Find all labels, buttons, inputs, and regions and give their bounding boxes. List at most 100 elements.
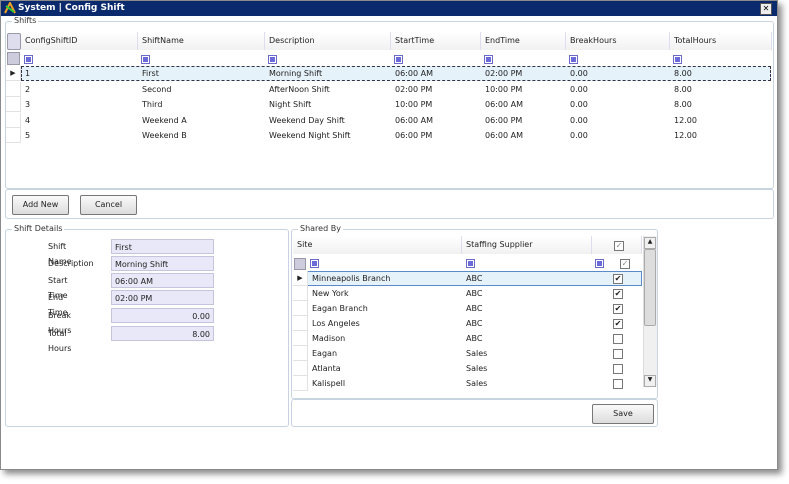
scroll-up-icon[interactable]: ▲ <box>644 237 656 249</box>
column-header-description[interactable]: Description <box>265 32 391 50</box>
cell-start-time: 02:00 PM <box>395 84 433 94</box>
row-header[interactable] <box>6 112 21 128</box>
cell-shift-name: Weekend B <box>142 131 187 140</box>
shift-details-group: Shift Details Shift Name First Description… <box>5 224 289 427</box>
config-shift-window: System | Config Shift ✕ Shifts ConfigShi… <box>0 0 778 470</box>
shared-checkbox[interactable] <box>613 334 623 344</box>
window-title: System | Config Shift <box>18 3 125 13</box>
site-cell: New York <box>312 289 349 298</box>
column-header-start-time[interactable]: StartTime <box>391 32 481 50</box>
start-time-field[interactable]: 06:00 AM <box>111 273 214 288</box>
shared-by-grid[interactable]: Site Staffing Supplier ✓ ✓ ▶ Minneapolis Bran… <box>292 236 657 396</box>
cell-break-hours: 0.00 <box>570 115 588 125</box>
shared-checkbox[interactable]: ✔ <box>613 289 623 299</box>
filter-icon-break-hours[interactable] <box>569 55 578 64</box>
cell-config-shift-id: 5 <box>25 131 31 140</box>
cell-break-hours: 0.00 <box>570 100 588 109</box>
supplier-cell: Sales <box>466 349 488 358</box>
site-cell: Los Angeles <box>312 319 360 328</box>
shifts-grid[interactable]: ConfigShiftID ShiftName Description StartTi… <box>6 32 773 182</box>
cell-description: Night Shift <box>269 100 312 109</box>
cell-config-shift-id: 2 <box>25 84 31 94</box>
filter-icon-shared[interactable] <box>595 259 604 268</box>
filter-icon-config-shift-id[interactable] <box>24 55 33 64</box>
row-header[interactable] <box>6 81 21 97</box>
shared-checkbox[interactable]: ✔ <box>613 304 623 314</box>
cell-description: Morning Shift <box>269 69 323 78</box>
cancel-button[interactable]: Cancel <box>80 195 137 215</box>
site-cell: Kalispell <box>312 379 346 388</box>
header-checkbox[interactable]: ✓ <box>614 241 624 251</box>
shared-checkbox[interactable]: ✔ <box>613 319 623 329</box>
column-header-end-time[interactable]: EndTime <box>481 32 566 50</box>
row-header[interactable] <box>6 97 21 112</box>
cell-description: Weekend Day Shift <box>269 115 345 125</box>
row-header[interactable] <box>293 316 308 331</box>
filter-icon-description[interactable] <box>268 55 277 64</box>
filter-icon-supplier[interactable] <box>466 259 475 268</box>
row-header[interactable] <box>6 128 21 143</box>
total-hours-field[interactable]: 8.00 <box>111 326 214 341</box>
row-header[interactable] <box>293 361 308 376</box>
scroll-down-icon[interactable]: ▼ <box>644 375 656 387</box>
filter-icon-total-hours[interactable] <box>673 55 682 64</box>
filter-icon-site[interactable] <box>310 259 319 268</box>
close-button[interactable]: ✕ <box>760 3 772 15</box>
shared-checkbox[interactable] <box>613 379 623 389</box>
shared-checkbox[interactable]: ✔ <box>613 274 623 284</box>
cell-total-hours: 8.00 <box>674 100 692 109</box>
filter-checkbox[interactable]: ✓ <box>620 259 630 269</box>
cell-shift-name: Third <box>142 100 163 109</box>
cell-total-hours: 12.00 <box>674 131 697 140</box>
row-header[interactable] <box>293 346 308 361</box>
cell-start-time: 06:00 AM <box>395 115 433 125</box>
column-header-total-hours[interactable]: TotalHours <box>670 32 772 50</box>
column-chooser-icon[interactable] <box>7 33 21 50</box>
row-header[interactable] <box>293 301 308 316</box>
supplier-cell: Sales <box>466 364 488 373</box>
filter-icon-start-time[interactable] <box>394 55 403 64</box>
shared-by-label: Shared By <box>298 224 343 233</box>
scrollbar-thumb[interactable] <box>644 249 656 326</box>
filter-icon-shift-name[interactable] <box>141 55 150 64</box>
column-header-shift-name[interactable]: ShiftName <box>138 32 265 50</box>
filter-clear-icon[interactable] <box>7 52 20 65</box>
end-time-field[interactable]: 02:00 PM <box>111 290 214 305</box>
break-hours-field[interactable]: 0.00 <box>111 308 214 323</box>
supplier-cell: ABC <box>466 304 483 313</box>
cell-end-time: 06:00 AM <box>485 131 523 140</box>
actions-panel: Add New Cancel <box>5 189 774 219</box>
cell-break-hours: 0.00 <box>570 69 588 78</box>
column-header-staffing-supplier[interactable]: Staffing Supplier <box>462 236 592 254</box>
add-new-button[interactable]: Add New <box>12 195 69 215</box>
shift-name-field[interactable]: First <box>111 239 214 254</box>
filter-icon-end-time[interactable] <box>484 55 493 64</box>
cell-total-hours: 12.00 <box>674 115 697 125</box>
cell-shift-name: Second <box>142 84 172 94</box>
row-header[interactable] <box>293 286 308 301</box>
shared-by-group: Shared By Site Staffing Supplier ✓ ✓ ▶ Minnea… <box>291 224 658 399</box>
column-header-break-hours[interactable]: BreakHours <box>566 32 670 50</box>
description-field[interactable]: Morning Shift <box>111 256 214 271</box>
supplier-cell: Sales <box>466 379 488 388</box>
title-bar: System | Config Shift ✕ <box>1 1 777 16</box>
cell-end-time: 06:00 AM <box>485 100 523 109</box>
row-header[interactable]: ▶ <box>6 66 21 81</box>
save-button[interactable]: Save <box>592 404 654 424</box>
total-hours-label: Total Hours <box>48 329 72 353</box>
cell-end-time: 06:00 PM <box>485 115 523 125</box>
row-header[interactable] <box>293 376 308 391</box>
shared-checkbox[interactable] <box>613 349 623 359</box>
filter-clear-icon[interactable] <box>294 258 306 270</box>
shared-checkbox[interactable] <box>613 364 623 374</box>
site-cell: Minneapolis Branch <box>312 274 391 283</box>
row-header[interactable]: ▶ <box>293 271 308 286</box>
cell-description: AfterNoon Shift <box>269 84 330 94</box>
column-header-site[interactable]: Site <box>293 236 462 254</box>
save-panel: Save <box>291 399 658 427</box>
row-header[interactable] <box>293 331 308 346</box>
shift-details-label: Shift Details <box>12 224 65 233</box>
column-header-config-shift-id[interactable]: ConfigShiftID <box>21 32 138 50</box>
cell-start-time: 06:00 PM <box>395 131 433 140</box>
cell-total-hours: 8.00 <box>674 69 692 78</box>
